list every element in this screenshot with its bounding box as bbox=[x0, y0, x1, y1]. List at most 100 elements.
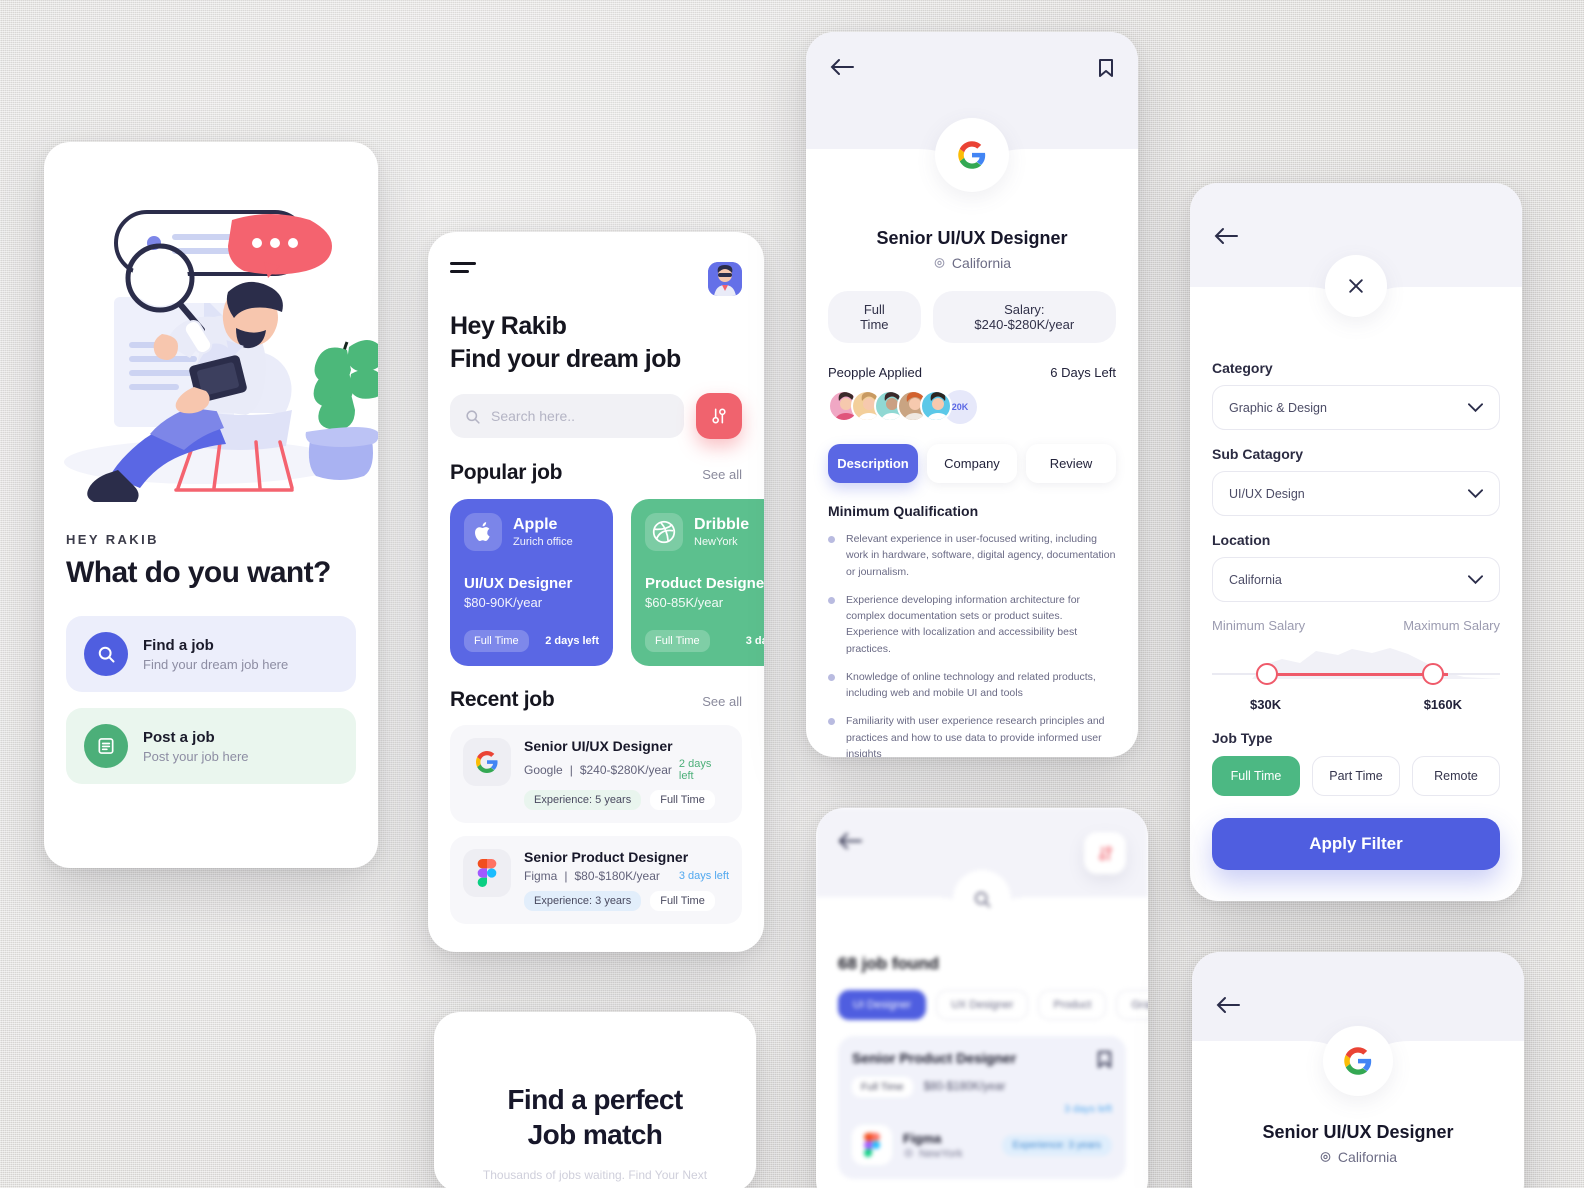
experience-tag: Experience: 3 years bbox=[1001, 1134, 1112, 1156]
job-salary: $80-$180K/year bbox=[574, 869, 660, 883]
max-salary-value: $160K bbox=[1423, 697, 1462, 712]
tab-review[interactable]: Review bbox=[1026, 444, 1116, 483]
post-a-job-option[interactable]: Post a job Post your job here bbox=[66, 708, 356, 784]
job-detail-screen: Senior UI/UX Designer California Full Ti… bbox=[806, 32, 1138, 757]
card-salary: $80-90K/year bbox=[464, 595, 543, 610]
back-arrow-icon[interactable] bbox=[1214, 227, 1238, 245]
search-icon bbox=[84, 632, 128, 676]
search-placeholder: Search here.. bbox=[491, 408, 576, 424]
recent-see-all[interactable]: See all bbox=[702, 694, 742, 709]
google-logo bbox=[1323, 1026, 1393, 1096]
chip-graphics[interactable]: Graphics bbox=[1116, 990, 1148, 1020]
location-label: Location bbox=[1212, 532, 1271, 548]
select-value: UI/UX Design bbox=[1229, 486, 1305, 501]
type-tag: Full Time bbox=[650, 790, 715, 810]
type-tag: Full Time bbox=[852, 1077, 913, 1097]
google-logo bbox=[935, 118, 1009, 192]
map-pin-icon bbox=[1320, 1151, 1331, 1162]
chevron-down-icon bbox=[1468, 488, 1483, 498]
apply-filter-button[interactable]: Apply Filter bbox=[1212, 818, 1500, 870]
popular-see-all[interactable]: See all bbox=[702, 467, 742, 482]
results-count: 68 job found bbox=[838, 954, 940, 973]
applicant-avatars: 20K bbox=[828, 390, 1116, 424]
slider-knob-max[interactable] bbox=[1422, 663, 1444, 685]
search-input[interactable]: Search here.. bbox=[450, 394, 684, 438]
option-subtitle: Post your job here bbox=[143, 748, 249, 764]
chevron-down-icon bbox=[1468, 402, 1483, 412]
job-type-full-time[interactable]: Full Time bbox=[1212, 756, 1300, 796]
company-location: NewYork bbox=[919, 1147, 963, 1160]
option-subtitle: Find your dream job here bbox=[143, 656, 289, 672]
page-title: Senior UI/UX Designer bbox=[1262, 1122, 1454, 1142]
bookmark-icon[interactable] bbox=[1098, 58, 1114, 78]
salary-range-slider[interactable] bbox=[1212, 639, 1500, 697]
filter-button[interactable] bbox=[696, 393, 742, 439]
figma-logo bbox=[852, 1125, 892, 1165]
back-arrow-icon[interactable] bbox=[838, 832, 862, 850]
location-select[interactable]: California bbox=[1212, 557, 1500, 602]
card-role: Product Designer bbox=[645, 575, 764, 592]
result-card[interactable]: Senior Product Designer Full Time $80-$1… bbox=[838, 1036, 1126, 1179]
qualification-text: Experience developing information archit… bbox=[846, 593, 1081, 655]
match-title-line-2: Job match bbox=[527, 1119, 663, 1150]
card-type-chip: Full Time bbox=[464, 630, 529, 652]
card-type-chip: Full Time bbox=[645, 630, 710, 652]
select-value: California bbox=[1229, 572, 1282, 587]
page-title: What do you want? bbox=[66, 556, 331, 589]
tab-description[interactable]: Description bbox=[828, 444, 918, 483]
home-screen: Hey Rakib Find your dream job Search her… bbox=[428, 232, 764, 952]
subcategory-select[interactable]: UI/UX Design bbox=[1212, 471, 1500, 516]
job-detail-peek-screen: Senior UI/UX Designer California bbox=[1192, 952, 1524, 1188]
popular-job-title: Popular job bbox=[450, 461, 563, 484]
job-company: Figma bbox=[524, 869, 558, 883]
card-company: Apple bbox=[513, 515, 558, 533]
filter-screen: Category Graphic & Design Sub Catagory U… bbox=[1190, 183, 1522, 901]
hamburger-menu-icon[interactable] bbox=[450, 262, 476, 278]
back-arrow-icon[interactable] bbox=[830, 58, 854, 76]
close-x-icon bbox=[1349, 279, 1363, 293]
job-days-left: 3 days left bbox=[1064, 1103, 1112, 1115]
onboarding-screen: HEY RAKIB What do you want? Find a job F… bbox=[44, 142, 378, 868]
detail-tabs: Description Company Review bbox=[828, 444, 1116, 483]
map-pin-icon bbox=[904, 1148, 913, 1158]
bookmark-icon[interactable] bbox=[1097, 1050, 1112, 1069]
search-icon bbox=[974, 891, 991, 908]
list-item: Relevant experience in user-focused writ… bbox=[828, 531, 1116, 580]
card-days-left: 2 days left bbox=[545, 635, 599, 647]
back-arrow-icon[interactable] bbox=[1216, 996, 1240, 1014]
chip-product[interactable]: Product bbox=[1038, 990, 1107, 1020]
option-title: Post a job bbox=[143, 728, 215, 746]
job-location: California bbox=[1337, 1149, 1398, 1165]
job-type-part-time[interactable]: Part Time bbox=[1312, 756, 1400, 796]
tab-company[interactable]: Company bbox=[927, 444, 1017, 483]
separator: | bbox=[569, 763, 573, 777]
dribbble-logo bbox=[645, 513, 683, 551]
find-a-job-option[interactable]: Find a job Find your dream job here bbox=[66, 616, 356, 692]
chip-ui-designer[interactable]: UI Designer bbox=[838, 990, 927, 1020]
category-select[interactable]: Graphic & Design bbox=[1212, 385, 1500, 430]
min-salary-value: $30K bbox=[1250, 697, 1282, 712]
job-salary: $80-$180K/year bbox=[923, 1081, 1006, 1093]
figma-logo bbox=[463, 849, 511, 897]
close-button[interactable] bbox=[1325, 255, 1387, 317]
job-type-remote[interactable]: Remote bbox=[1412, 756, 1500, 796]
bullet-icon bbox=[828, 536, 835, 543]
list-item[interactable]: Senior UI/UX Designer Google | $240-$280… bbox=[450, 725, 742, 823]
list-item[interactable]: Senior Product Designer Figma | $80-$180… bbox=[450, 836, 742, 924]
slider-fill bbox=[1267, 673, 1448, 676]
job-salary: $240-$280K/year bbox=[579, 763, 672, 777]
document-list-icon bbox=[84, 724, 128, 768]
slider-knob-min[interactable] bbox=[1256, 663, 1278, 685]
avatar[interactable] bbox=[708, 262, 742, 296]
filter-button[interactable] bbox=[1084, 832, 1126, 874]
popular-job-card[interactable]: Dribble NewYork Product Designer $60-85K… bbox=[631, 499, 764, 666]
chip-ux-designer[interactable]: UX Designer bbox=[936, 990, 1029, 1020]
search-button[interactable] bbox=[953, 870, 1011, 928]
popular-job-card[interactable]: Apple Zurich office UI/UX Designer $80-9… bbox=[450, 499, 613, 666]
job-days-left: 3 days left bbox=[678, 870, 729, 882]
min-salary-label: Minimum Salary bbox=[1212, 618, 1306, 633]
qualification-text: Familiarity with user experience researc… bbox=[846, 715, 1105, 757]
salary-pill: Salary: $240-$280K/year bbox=[932, 291, 1116, 343]
onboarding-eyebrow: HEY RAKIB bbox=[66, 532, 159, 547]
qualification-text: Knowledge of online technology and relat… bbox=[846, 670, 1096, 700]
